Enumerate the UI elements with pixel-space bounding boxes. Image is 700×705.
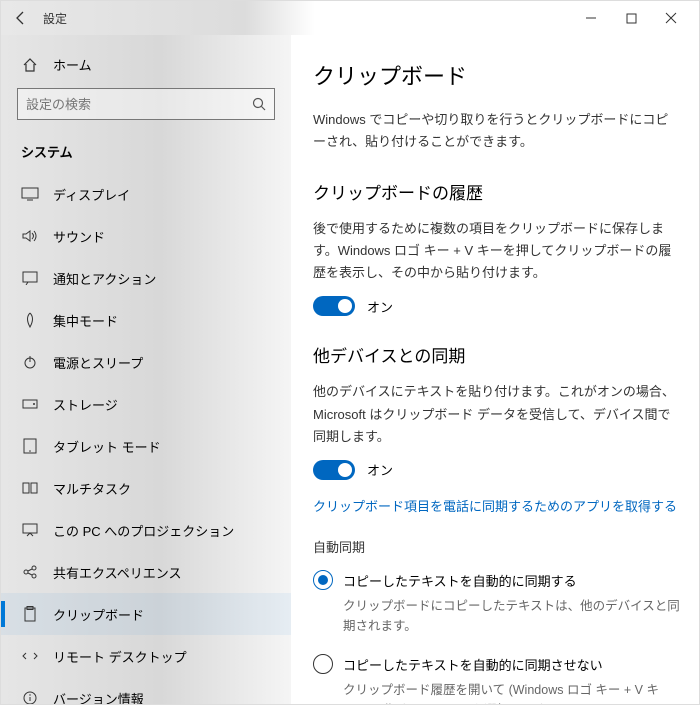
radio-help: クリップボードにコピーしたテキストは、他のデバイスと同期されます。 — [343, 596, 681, 636]
section-desc: 後で使用するために複数の項目をクリップボードに保存します。Windows ロゴ … — [313, 218, 681, 284]
close-button[interactable] — [651, 1, 691, 35]
back-button[interactable] — [9, 6, 33, 30]
content-pane: クリップボード Windows でコピーや切り取りを行うとクリップボードにコピー… — [291, 35, 699, 704]
sidebar-item-label: 通知とアクション — [53, 269, 156, 288]
projection-icon — [21, 521, 39, 539]
section-desc: 他のデバイスにテキストを貼り付けます。これがオンの場合、Microsoft はク… — [313, 381, 681, 447]
page-intro: Windows でコピーや切り取りを行うとクリップボードにコピーされ、貼り付ける… — [313, 109, 681, 153]
share-icon — [21, 563, 39, 581]
sidebar-item-label: クリップボード — [53, 605, 144, 624]
sidebar-item-tablet[interactable]: タブレット モード — [1, 425, 291, 467]
autosync-option-auto[interactable]: コピーしたテキストを自動的に同期する — [313, 570, 681, 590]
toggle-label: オン — [367, 297, 393, 316]
maximize-button[interactable] — [611, 1, 651, 35]
sidebar-item-label: ディスプレイ — [53, 185, 130, 204]
autosync-option-manual[interactable]: コピーしたテキストを自動的に同期させない — [313, 654, 681, 674]
sidebar-item-label: バージョン情報 — [53, 689, 144, 705]
radio-icon — [313, 654, 333, 674]
radio-label: コピーしたテキストを自動的に同期させない — [343, 654, 603, 674]
sidebar: ホーム システム ディスプレイ サウンド 通知とアクション — [1, 35, 291, 704]
sidebar-item-label: マルチタスク — [53, 479, 131, 498]
home-label: ホーム — [53, 55, 92, 74]
sound-icon — [21, 227, 39, 245]
sync-toggle[interactable] — [313, 460, 355, 480]
multitask-icon — [21, 479, 39, 497]
section-title: クリップボードの履歴 — [313, 179, 681, 204]
autosync-subhead: 自動同期 — [313, 537, 681, 556]
sidebar-item-label: リモート デスクトップ — [53, 647, 187, 666]
sync-app-link[interactable]: クリップボード項目を電話に同期するためのアプリを取得する — [313, 496, 681, 515]
sidebar-item-storage[interactable]: ストレージ — [1, 383, 291, 425]
sidebar-item-about[interactable]: バージョン情報 — [1, 677, 291, 704]
window-title: 設定 — [43, 10, 67, 27]
radio-icon — [313, 570, 333, 590]
search-box[interactable] — [17, 88, 275, 120]
sidebar-item-sound[interactable]: サウンド — [1, 215, 291, 257]
radio-label: コピーしたテキストを自動的に同期する — [343, 570, 577, 590]
sidebar-item-label: タブレット モード — [53, 437, 161, 456]
sidebar-item-label: 集中モード — [53, 311, 118, 330]
history-toggle[interactable] — [313, 296, 355, 316]
page-title: クリップボード — [313, 59, 681, 91]
notifications-icon — [21, 269, 39, 287]
home-nav[interactable]: ホーム — [1, 45, 291, 88]
sidebar-item-label: この PC へのプロジェクション — [53, 521, 234, 540]
remote-icon — [21, 647, 39, 665]
sidebar-item-display[interactable]: ディスプレイ — [1, 173, 291, 215]
category-label: システム — [1, 132, 291, 173]
clipboard-icon — [21, 605, 39, 623]
section-history: クリップボードの履歴 後で使用するために複数の項目をクリップボードに保存します。… — [313, 179, 681, 316]
sidebar-item-power[interactable]: 電源とスリープ — [1, 341, 291, 383]
storage-icon — [21, 395, 39, 413]
sidebar-item-projection[interactable]: この PC へのプロジェクション — [1, 509, 291, 551]
sidebar-item-clipboard[interactable]: クリップボード — [1, 593, 291, 635]
radio-help: クリップボード履歴を開いて (Windows ロゴ キー + V キー)、同期す… — [343, 680, 681, 704]
focus-icon — [21, 311, 39, 329]
tablet-icon — [21, 437, 39, 455]
home-icon — [21, 56, 39, 74]
sidebar-item-remote[interactable]: リモート デスクトップ — [1, 635, 291, 677]
search-icon — [252, 97, 266, 111]
sidebar-item-focus[interactable]: 集中モード — [1, 299, 291, 341]
sidebar-item-label: ストレージ — [53, 395, 118, 414]
sidebar-item-label: 共有エクスペリエンス — [53, 563, 181, 582]
sidebar-item-notifications[interactable]: 通知とアクション — [1, 257, 291, 299]
sidebar-item-share[interactable]: 共有エクスペリエンス — [1, 551, 291, 593]
sidebar-item-label: サウンド — [53, 227, 105, 246]
about-icon — [21, 689, 39, 704]
minimize-button[interactable] — [571, 1, 611, 35]
section-title: 他デバイスとの同期 — [313, 342, 681, 367]
sidebar-item-label: 電源とスリープ — [53, 353, 143, 372]
search-input[interactable] — [26, 97, 252, 112]
power-icon — [21, 353, 39, 371]
display-icon — [21, 185, 39, 203]
section-sync: 他デバイスとの同期 他のデバイスにテキストを貼り付けます。これがオンの場合、Mi… — [313, 342, 681, 704]
sidebar-item-multitask[interactable]: マルチタスク — [1, 467, 291, 509]
toggle-label: オン — [367, 460, 393, 479]
